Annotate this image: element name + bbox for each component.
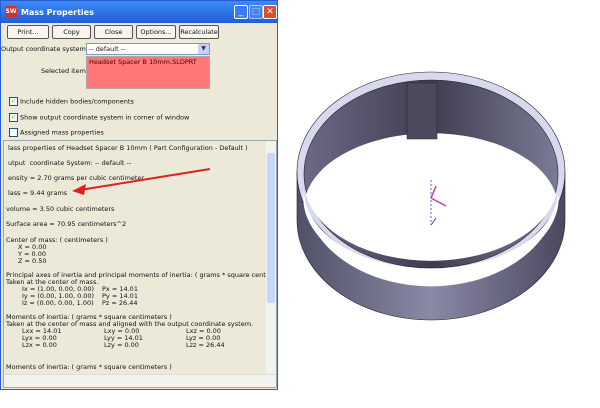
spacer-ring-model [296,71,566,321]
red-arrow-annotation [72,168,211,195]
annotation-layer [72,71,566,321]
